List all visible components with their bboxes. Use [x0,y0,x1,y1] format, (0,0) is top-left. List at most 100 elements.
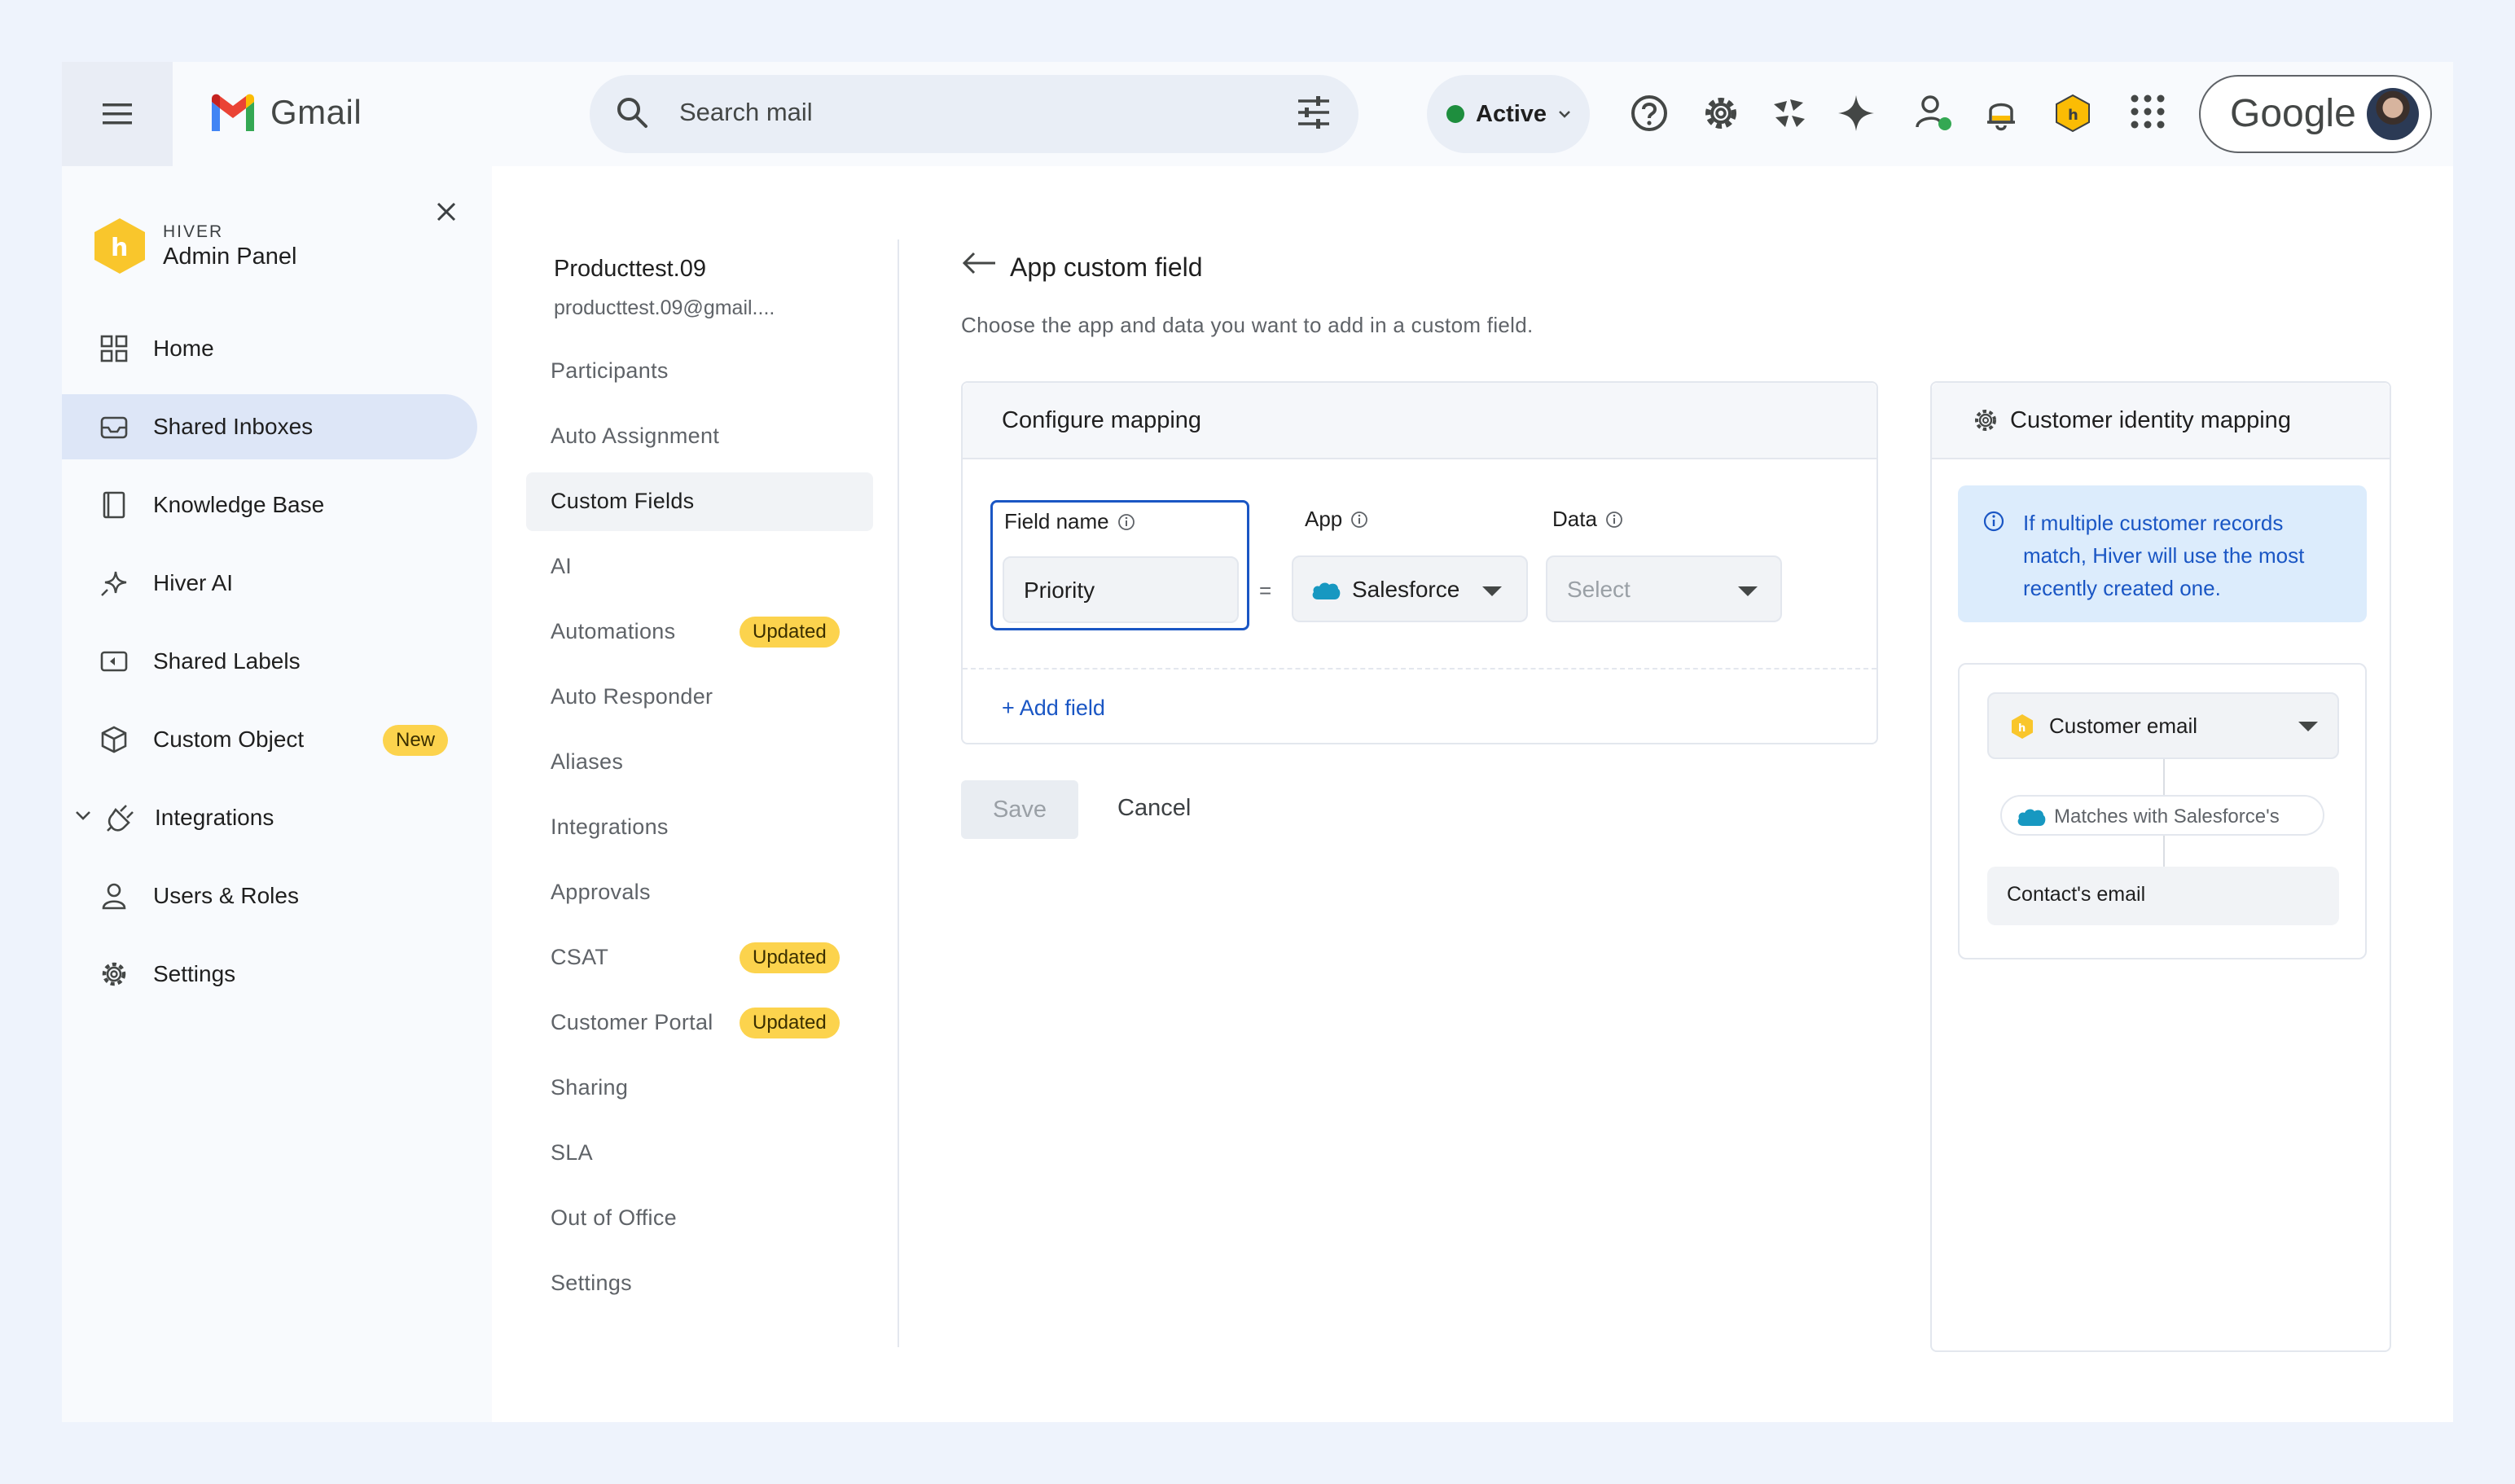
updated-badge: Updated [740,942,840,973]
apps-script-icon[interactable] [1769,93,1810,134]
customer-identity-panel: Customer identity mapping If multiple cu… [1930,381,2391,1352]
search-icon[interactable] [614,94,650,130]
brand-small-label: HIVER [163,222,224,241]
info-icon[interactable] [1350,511,1368,529]
status-dot-icon [1446,105,1464,123]
contact-field-value: Contact's email [2007,883,2146,906]
status-dropdown[interactable]: Active [1427,75,1590,153]
sidebar-item-integrations[interactable]: Integrations [62,785,477,850]
menu-item-csat[interactable]: CSAT Updated [526,929,873,987]
main-content: App custom field Choose the app and data… [899,166,2453,1422]
back-arrow-icon[interactable] [961,251,997,275]
hiver-brand: h HIVER Admin Panel [91,217,296,275]
updated-badge: Updated [740,617,840,648]
salesforce-cloud-icon [2017,809,2046,826]
hamburger-icon [103,103,132,125]
field-name-input[interactable]: Priority [1003,556,1239,623]
google-apps-icon[interactable] [2129,93,2166,130]
gear-icon [102,962,126,986]
gmail-logo[interactable]: Gmail [208,93,362,132]
menu-item-customer-portal[interactable]: Customer Portal Updated [526,994,873,1052]
menu-item-integrations[interactable]: Integrations [526,798,873,857]
identity-title: Customer identity mapping [2010,407,2291,433]
app-select[interactable]: Salesforce [1292,555,1528,622]
search-options-icon[interactable] [1297,96,1331,129]
sidebar-item-custom-object[interactable]: Custom Object New [62,707,477,772]
search-bar[interactable]: Search mail [590,75,1358,153]
svg-text:h: h [111,234,128,262]
gmail-header: Gmail Search mail Active h Google [62,62,2453,166]
label-icon [100,651,128,672]
field-name-label: Field name [1004,509,1109,533]
identity-header: Customer identity mapping [1932,383,2390,459]
menu-item-automations[interactable]: Automations Updated [526,603,873,661]
hiver-field-icon: h [2012,714,2033,739]
menu-item-sharing[interactable]: Sharing [526,1059,873,1117]
sidebar-item-hiver-ai[interactable]: Hiver AI [62,551,477,616]
menu-item-ai[interactable]: AI [526,538,873,596]
menu-item-custom-fields[interactable]: Custom Fields [526,472,873,531]
svg-text:h: h [2018,722,2026,735]
add-field-link[interactable]: + Add field [1002,696,1105,721]
gemini-sparkle-icon[interactable] [1836,93,1876,134]
admin-sidebar: h HIVER Admin Panel Home Shared Inboxes … [62,166,492,1422]
menu-item-out-of-office[interactable]: Out of Office [526,1189,873,1248]
sidebar-item-label: Users & Roles [153,883,299,908]
cancel-button[interactable]: Cancel [1117,795,1191,822]
sidebar-item-knowledge-base[interactable]: Knowledge Base [62,472,477,538]
avatar [2367,88,2419,140]
help-icon[interactable] [1629,93,1670,134]
gmail-m-icon [212,94,254,131]
sidebar-item-shared-labels[interactable]: Shared Labels [62,629,477,694]
sidebar-item-shared-inboxes[interactable]: Shared Inboxes [62,394,477,459]
chevron-down-icon[interactable] [75,810,91,821]
gmail-wordmark: Gmail [270,93,362,131]
dropdown-caret-icon [1738,586,1758,596]
menu-item-approvals[interactable]: Approvals [526,863,873,922]
sidebar-item-home[interactable]: Home [62,316,477,381]
menu-item-auto-responder[interactable]: Auto Responder [526,668,873,727]
hiver-logo-icon: h [94,218,145,274]
sidebar-item-label: Hiver AI [153,570,234,595]
search-input[interactable]: Search mail [679,98,813,127]
save-button[interactable]: Save [961,780,1078,839]
user-presence-icon[interactable] [1914,93,1955,134]
close-icon[interactable] [435,200,458,223]
connector-line [2163,759,2165,795]
sidebar-item-label: Knowledge Base [153,492,325,517]
menu-item-aliases[interactable]: Aliases [526,733,873,792]
menu-item-auto-assignment[interactable]: Auto Assignment [526,407,873,466]
hiver-extension-icon[interactable]: h [2052,93,2093,134]
info-icon[interactable] [1605,511,1623,529]
salesforce-cloud-icon [1312,582,1341,599]
menu-item-sla[interactable]: SLA [526,1124,873,1183]
settings-gear-icon[interactable] [1701,93,1741,134]
dropdown-caret-icon [2298,722,2318,731]
google-account-button[interactable]: Google [2199,75,2432,153]
customer-field-value: Customer email [2049,713,2198,738]
app-select-value: Salesforce [1352,577,1460,602]
data-select[interactable]: Select [1546,555,1782,622]
status-label: Active [1476,100,1547,127]
main-menu-button[interactable] [62,62,173,166]
configure-mapping-card: Configure mapping Field name Priority = … [961,381,1878,744]
menu-item-participants[interactable]: Participants [526,342,873,401]
new-badge: New [383,725,449,756]
inbox-icon [100,416,128,439]
sidebar-item-settings[interactable]: Settings [62,942,477,1007]
sidebar-item-users-roles[interactable]: Users & Roles [62,863,477,929]
data-label: Data [1552,507,1597,531]
updated-badge: Updated [740,1008,840,1038]
cube-icon [101,726,127,753]
identity-mapping-box: h Customer email Matches with Salesforce… [1958,663,2367,959]
brand-title: Admin Panel [163,243,297,270]
inbox-settings-menu: Producttest.09 producttest.09@gmail.... … [492,166,899,1422]
sparkle-icon [101,571,127,596]
gear-icon [1975,410,1996,431]
customer-field-select[interactable]: h Customer email [1987,692,2339,759]
info-icon[interactable] [1117,513,1135,531]
notification-bell-icon[interactable] [1981,93,2021,134]
menu-item-settings[interactable]: Settings [526,1254,873,1313]
page-subtitle: Choose the app and data you want to add … [961,313,1534,337]
info-banner-text: If multiple customer records match, Hive… [2023,511,2305,600]
